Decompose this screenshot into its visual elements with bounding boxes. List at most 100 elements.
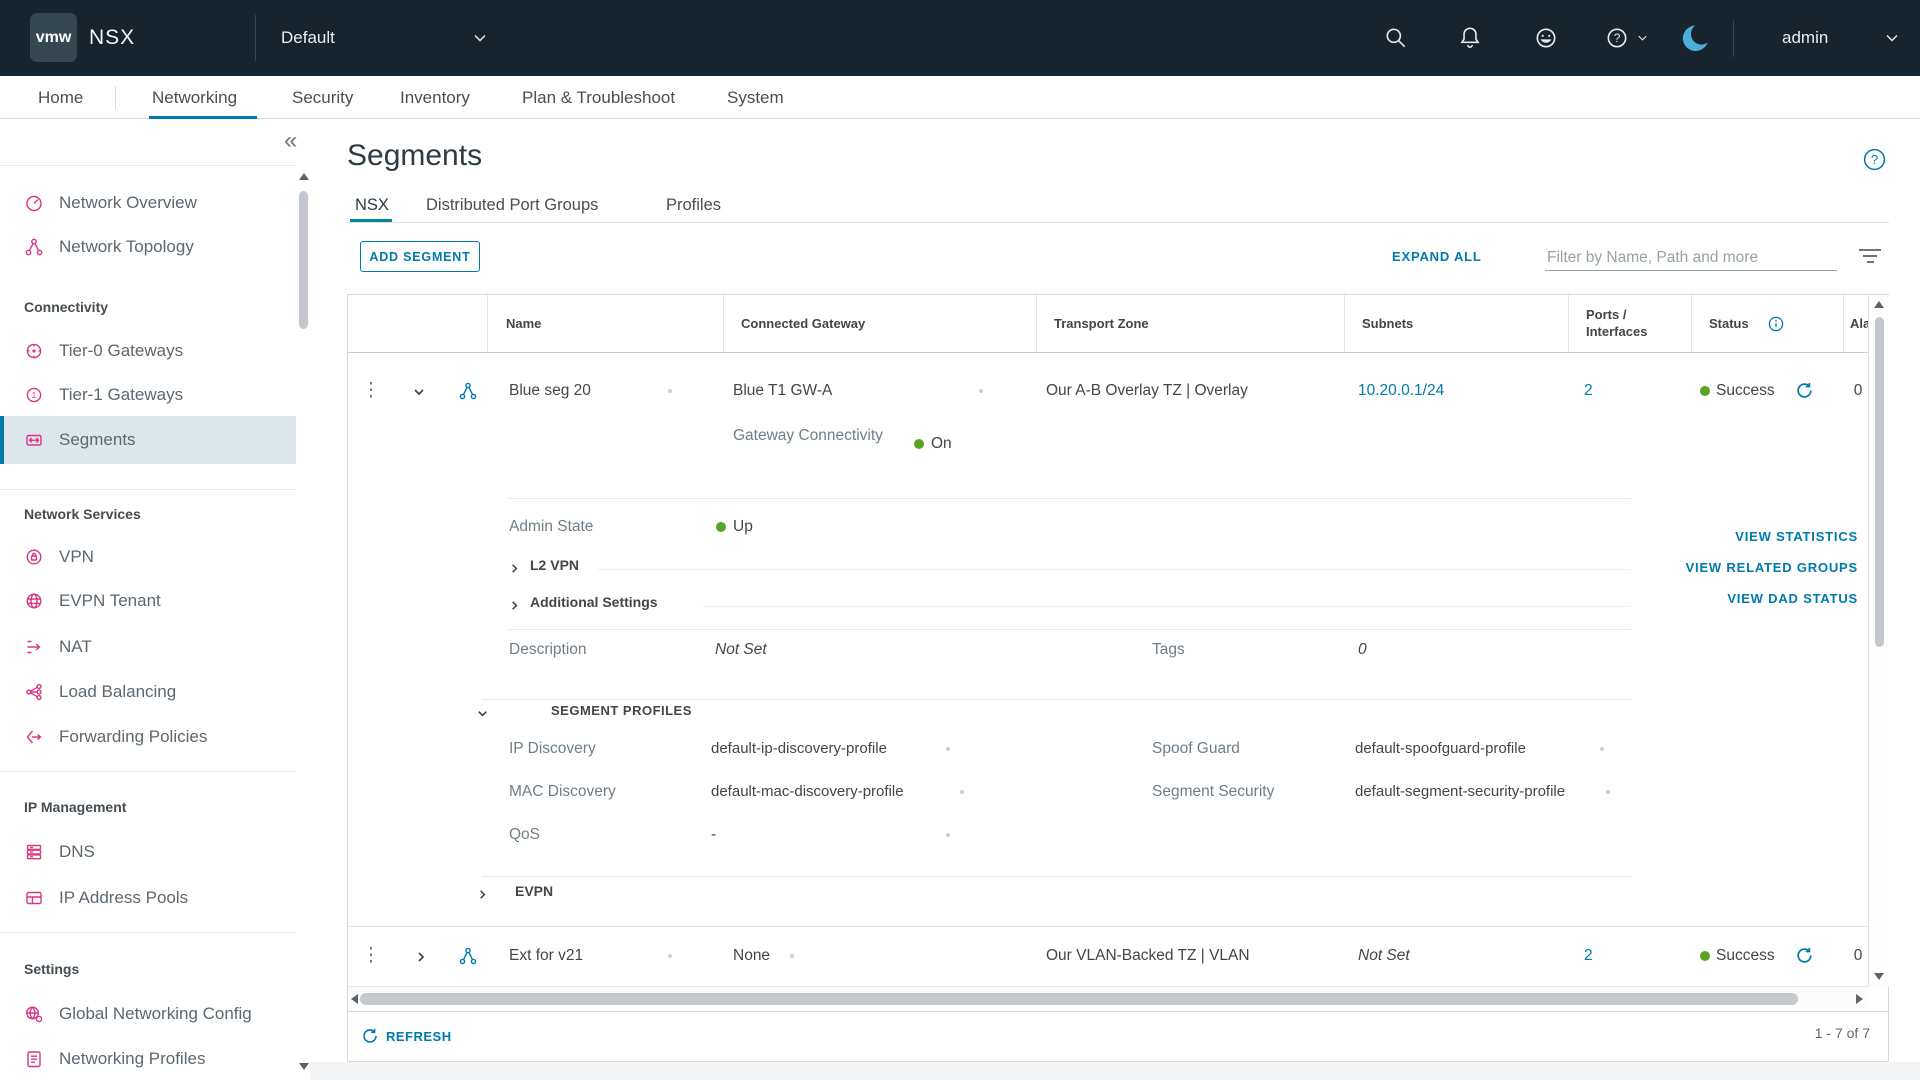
row-collapse-chevron-down-icon[interactable] [412,385,426,404]
sidebar-item-network-overview[interactable]: Network Overview [0,181,296,225]
project-chevron-down-icon[interactable] [472,30,488,46]
nav-tab-inventory[interactable]: Inventory [400,76,470,119]
column-header-subnets[interactable]: Subnets [1362,295,1413,352]
segment-profiles-chevron-down-icon[interactable] [476,707,489,725]
help-chevron-down-icon[interactable] [1636,32,1648,44]
segments-icon [24,430,44,450]
scroll-up-icon[interactable] [1874,301,1884,308]
add-segment-button[interactable]: ADD SEGMENT [360,241,480,272]
sidebar-scroll-down-icon[interactable] [299,1063,309,1070]
l2vpn-accordion[interactable]: L2 VPN [530,557,579,573]
row-menu-kebab-icon[interactable]: ⋮ [361,379,381,403]
sidebar-item-forwarding-policies[interactable]: Forwarding Policies [0,715,296,759]
hover-dot-icon [1606,790,1610,794]
view-dad-status-link[interactable]: VIEW DAD STATUS [1448,587,1858,611]
sidebar-item-global-networking-config[interactable]: Global Networking Config [0,992,296,1036]
tab-nsx[interactable]: NSX [355,191,389,219]
sidebar-item-tier0-gateways[interactable]: Tier-0 Gateways [0,329,296,373]
help-question-icon[interactable]: ? [1601,22,1633,54]
scroll-right-icon[interactable] [1856,994,1863,1004]
evpn-accordion[interactable]: EVPN [515,883,553,899]
refresh-icon[interactable] [362,1028,378,1049]
hover-dot-icon [1600,747,1604,751]
sidebar-item-network-topology[interactable]: Network Topology [0,225,296,269]
tab-profiles[interactable]: Profiles [666,191,721,219]
sidebar-item-segments[interactable]: Segments [0,416,296,464]
filter-icon[interactable] [1858,249,1882,267]
segment-name[interactable]: Ext for v21 [509,944,583,968]
ip-discovery-label: IP Discovery [509,737,596,761]
scroll-down-icon[interactable] [1874,973,1884,980]
nsx-app: vmw NSX Default ? admin Home [0,0,1920,1080]
view-related-groups-link[interactable]: VIEW RELATED GROUPS [1448,556,1858,580]
column-separator [1036,295,1037,352]
column-header-connected-gateway[interactable]: Connected Gateway [741,295,865,352]
additional-settings-chevron-right-icon[interactable] [508,599,521,617]
sidebar-item-networking-profiles[interactable]: Networking Profiles [0,1037,296,1080]
subnets-link[interactable]: 10.20.0.1/24 [1358,379,1444,403]
sidebar-item-dns[interactable]: DNS [0,830,296,874]
additional-settings-accordion[interactable]: Additional Settings [530,594,658,610]
project-selector[interactable]: Default [281,0,335,76]
vpn-lock-icon [24,547,44,567]
horizontal-scrollbar-thumb[interactable] [360,993,1798,1005]
page-help-icon[interactable]: ? [1862,147,1887,177]
column-header-ports-interfaces[interactable]: Ports / Interfaces [1586,306,1647,340]
nav-tab-security[interactable]: Security [292,76,353,119]
status-refresh-icon[interactable] [1796,382,1813,404]
dark-mode-moon-icon[interactable] [1678,19,1716,57]
sidebar-item-ip-address-pools[interactable]: IP Address Pools [0,876,296,920]
user-chevron-down-icon[interactable] [1884,30,1900,46]
row-expand-chevron-right-icon[interactable] [414,950,428,969]
description-label: Description [509,638,587,662]
expand-all-link[interactable]: EXPAND ALL [1392,249,1482,264]
sidebar-item-evpn-tenant[interactable]: EVPN Tenant [0,579,296,623]
status-info-icon[interactable] [1768,316,1784,337]
row-menu-kebab-icon[interactable]: ⋮ [361,944,381,968]
segment-profiles-accordion[interactable]: SEGMENT PROFILES [551,703,692,718]
detail-divider [482,699,1631,700]
sidebar-item-load-balancing[interactable]: Load Balancing [0,670,296,714]
evpn-chevron-right-icon[interactable] [476,888,489,906]
ports-header-line2: Interfaces [1586,323,1647,340]
search-icon[interactable] [1380,22,1412,54]
scroll-left-icon[interactable] [351,994,358,1004]
l2vpn-chevron-right-icon[interactable] [508,562,521,580]
sidebar-scrollbar-thumb[interactable] [299,191,308,329]
sidebar-item-nat[interactable]: NAT [0,625,296,669]
column-header-name[interactable]: Name [506,295,541,352]
status-refresh-icon[interactable] [1796,947,1813,969]
feedback-smiley-icon[interactable] [1530,22,1562,54]
connected-gateway-value: Blue T1 GW-A [733,379,832,403]
sidebar-collapse-icon[interactable]: « [284,127,297,155]
sidebar-scroll-up-icon[interactable] [299,173,309,180]
nav-tab-networking[interactable]: Networking [152,76,237,119]
sidebar-section-ip-management: IP Management [24,785,126,829]
column-header-status[interactable]: Status [1709,295,1749,352]
sidebar-item-tier1-gateways[interactable]: 1 Tier-1 Gateways [0,373,296,417]
sidebar-section-connectivity: Connectivity [24,285,108,329]
refresh-link[interactable]: REFRESH [386,1029,452,1044]
filter-input[interactable] [1545,245,1837,271]
admin-state-dot [716,522,726,532]
view-statistics-link[interactable]: VIEW STATISTICS [1448,525,1858,549]
ports-count-link[interactable]: 2 [1584,944,1593,968]
table-vertical-scrollbar[interactable] [1868,295,1889,987]
dns-server-icon [24,842,44,862]
user-menu[interactable]: admin [1782,0,1828,76]
vmware-logo-text: vmw [36,29,72,47]
vertical-scrollbar-thumb[interactable] [1875,317,1884,647]
nav-tab-home[interactable]: Home [38,76,83,119]
view-dad-status-text: VIEW DAD STATUS [1727,591,1858,606]
ports-count-link[interactable]: 2 [1584,379,1593,403]
sidebar-item-vpn[interactable]: VPN [0,535,296,579]
segment-name[interactable]: Blue seg 20 [509,379,591,403]
column-header-transport-zone[interactable]: Transport Zone [1054,295,1149,352]
vmware-logo[interactable]: vmw [30,13,77,62]
notifications-bell-icon[interactable] [1454,22,1486,54]
tab-distributed-port-groups[interactable]: Distributed Port Groups [426,191,598,219]
nav-tab-system[interactable]: System [727,76,784,119]
sidebar-item-label: Load Balancing [59,682,176,702]
nav-tab-plan-troubleshoot[interactable]: Plan & Troubleshoot [522,76,675,119]
sidebar-item-label: Segments [59,430,136,450]
